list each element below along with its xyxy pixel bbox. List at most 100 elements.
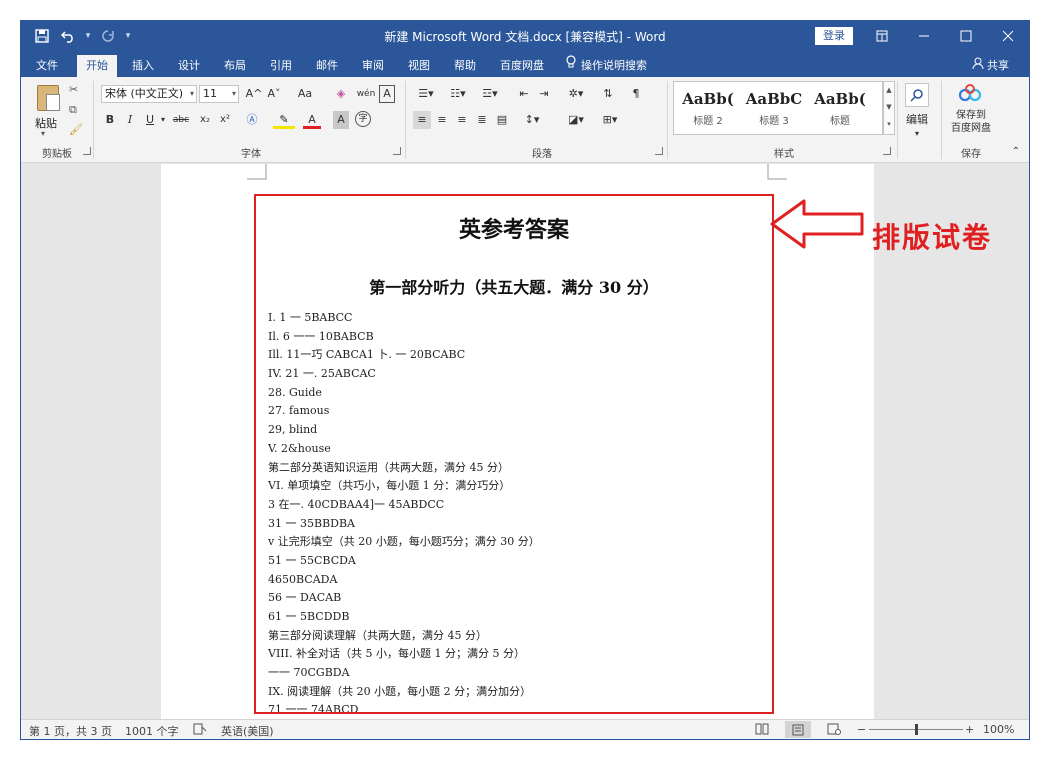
zoom-in-button[interactable]: + [965, 723, 974, 736]
undo-dropdown-icon[interactable]: ▾ [83, 31, 93, 41]
minimize-icon[interactable] [903, 21, 945, 51]
chevron-down-icon: ▾ [189, 89, 194, 98]
copy-icon[interactable]: ⧉ [69, 103, 77, 117]
sort-icon[interactable]: ⇅ [599, 85, 617, 103]
highlighted-content-box: 英参考答案 第一部分听力（共五大题．满分 30 分） I. 1 一 5BABCC… [254, 194, 774, 714]
web-layout-icon[interactable] [827, 723, 841, 738]
tell-me-search[interactable]: 操作说明搜索 [565, 55, 675, 77]
chevron-up-icon[interactable]: ▲ [884, 82, 894, 99]
customize-qat-icon[interactable]: ▾ [123, 31, 133, 41]
clipboard-launcher-icon[interactable] [83, 147, 91, 155]
numbering-icon[interactable]: ☷▾ [445, 85, 471, 103]
character-shading-button[interactable]: A [333, 111, 349, 129]
distributed-icon[interactable]: ▤ [493, 111, 511, 129]
chevron-down-icon[interactable]: ▼ [884, 99, 894, 116]
paste-icon[interactable] [37, 85, 60, 111]
tab-help[interactable]: 帮助 [447, 55, 483, 77]
multilevel-list-icon[interactable]: ☲▾ [477, 85, 503, 103]
page-count[interactable]: 第 1 页，共 3 页 [29, 723, 112, 739]
chinese-layout-icon[interactable]: ✲▾ [563, 85, 589, 103]
tab-references[interactable]: 引用 [263, 55, 299, 77]
more-styles-icon[interactable]: ▾ [884, 116, 894, 133]
maximize-icon[interactable] [945, 21, 987, 51]
save-icon[interactable] [31, 27, 53, 45]
ribbon-display-options-icon[interactable] [861, 21, 903, 51]
zoom-slider[interactable] [869, 724, 963, 735]
borders-icon[interactable]: ⊞▾ [597, 111, 623, 129]
font-size-combo[interactable]: 11 ▾ [199, 85, 239, 103]
style-heading-2[interactable]: AaBb( 标题 2 [676, 82, 740, 134]
paragraph-launcher-icon[interactable] [655, 147, 663, 155]
cut-icon[interactable]: ✂ [69, 83, 78, 96]
word-count[interactable]: 1001 个字 [125, 723, 179, 739]
tab-view[interactable]: 视图 [401, 55, 437, 77]
enclose-characters-button[interactable]: 字 [355, 111, 371, 127]
tab-baidu-netdisk[interactable]: 百度网盘 [493, 55, 551, 77]
tab-layout[interactable]: 布局 [217, 55, 253, 77]
format-painter-icon[interactable]: 🖌 [69, 123, 83, 136]
decrease-indent-icon[interactable]: ⇤ [515, 85, 533, 103]
tab-insert[interactable]: 插入 [125, 55, 161, 77]
styles-launcher-icon[interactable] [883, 147, 891, 155]
person-icon [972, 55, 984, 77]
justify-icon[interactable]: ≣ [473, 111, 491, 129]
font-launcher-icon[interactable] [393, 147, 401, 155]
underline-dropdown-icon[interactable]: ▾ [159, 111, 167, 129]
ribbon-home: 粘贴 ▾ ✂ ⧉ 🖌 剪贴板 宋体 (中文正文) ▾ 11 ▾ A^ A˅ Aa… [21, 77, 1029, 163]
share-button[interactable]: 共享 [972, 55, 1009, 77]
show-marks-icon[interactable]: ¶ [627, 85, 645, 103]
subscript-button[interactable]: x₂ [197, 111, 213, 129]
paste-button-label[interactable]: 粘贴 [35, 115, 57, 131]
shading-icon[interactable]: ◪▾ [563, 111, 589, 129]
shrink-font-button[interactable]: A˅ [265, 85, 283, 103]
editing-dropdown-icon[interactable]: ▾ [911, 125, 923, 143]
font-color-button[interactable]: A [303, 111, 321, 129]
collapse-ribbon-icon[interactable]: ⌃ [1009, 143, 1023, 161]
align-right-icon[interactable]: ≡ [453, 111, 471, 129]
paste-dropdown-icon[interactable]: ▾ [41, 129, 45, 138]
superscript-button[interactable]: x² [217, 111, 233, 129]
phonetic-guide-button[interactable]: wén [355, 85, 377, 103]
strikethrough-button[interactable]: abc [169, 111, 193, 129]
close-icon[interactable] [987, 21, 1029, 51]
proofing-icon[interactable] [193, 723, 207, 738]
align-center-icon[interactable]: ≡ [433, 111, 451, 129]
bullets-icon[interactable]: ☰▾ [413, 85, 439, 103]
baidu-netdisk-icon[interactable] [957, 83, 983, 107]
find-icon[interactable] [905, 83, 929, 107]
zoom-slider-thumb[interactable] [915, 724, 918, 735]
save-to-baidu-label-2[interactable]: 百度网盘 [947, 122, 995, 140]
styles-scroll[interactable]: ▲ ▼ ▾ [883, 81, 895, 135]
increase-indent-icon[interactable]: ⇥ [535, 85, 553, 103]
clear-formatting-icon[interactable]: ◈ [331, 85, 351, 103]
style-sample: AaBbC [745, 90, 803, 108]
font-group-label: 字体 [241, 149, 261, 160]
change-case-button[interactable]: Aa [291, 85, 319, 103]
tab-mailings[interactable]: 邮件 [309, 55, 345, 77]
zoom-level[interactable]: 100% [983, 723, 1014, 736]
login-button[interactable]: 登录 [815, 27, 853, 45]
align-left-icon[interactable]: ≡ [413, 111, 431, 129]
tab-design[interactable]: 设计 [171, 55, 207, 77]
print-layout-icon[interactable] [785, 721, 811, 738]
redo-icon[interactable] [97, 27, 119, 45]
style-heading-3[interactable]: AaBbC 标题 3 [742, 82, 806, 134]
font-name-combo[interactable]: 宋体 (中文正文) ▾ [101, 85, 197, 103]
text-effects-icon[interactable]: Ⓐ [243, 111, 261, 129]
read-mode-icon[interactable] [755, 723, 769, 738]
tab-home[interactable]: 开始 [77, 55, 117, 77]
zoom-out-button[interactable]: − [857, 723, 866, 736]
document-line: 28. Guide [268, 385, 322, 399]
italic-button[interactable]: I [123, 111, 137, 129]
style-title[interactable]: AaBb( 标题 [808, 82, 872, 134]
language-indicator[interactable]: 英语(美国) [221, 723, 274, 739]
highlight-color-icon[interactable]: ✎ [273, 111, 295, 129]
line-spacing-icon[interactable]: ↕▾ [519, 111, 545, 129]
bold-button[interactable]: B [103, 111, 117, 129]
undo-icon[interactable] [57, 27, 79, 45]
underline-button[interactable]: U [143, 111, 157, 129]
character-border-button[interactable]: A [379, 85, 395, 103]
tab-file[interactable]: 文件 [29, 55, 65, 77]
grow-font-button[interactable]: A^ [245, 85, 263, 103]
tab-review[interactable]: 审阅 [355, 55, 391, 77]
